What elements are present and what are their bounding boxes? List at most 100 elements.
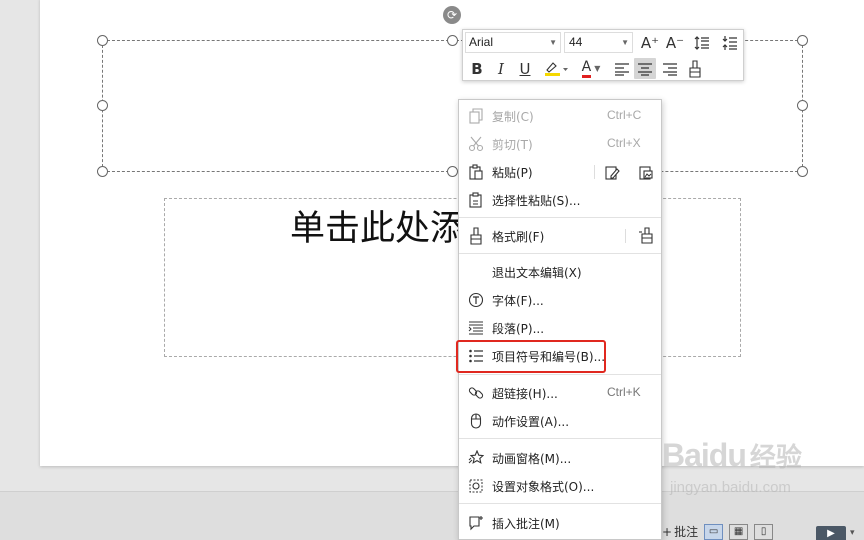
menu-item-cut[interactable]: 剪切(T) Ctrl+X xyxy=(459,130,661,158)
bold-button[interactable]: B xyxy=(466,58,488,79)
line-spacing-button[interactable] xyxy=(691,32,713,53)
resize-handle-middle-right[interactable] xyxy=(797,100,808,111)
chevron-down-icon[interactable]: ▾ xyxy=(850,528,855,538)
status-view-tools: + 批注 ▭ ▦ ▯ xyxy=(662,523,774,540)
menu-label: 退出文本编辑(X) xyxy=(492,266,582,280)
font-circle-icon xyxy=(467,291,485,309)
paste-special-icon xyxy=(467,191,485,209)
align-right-button[interactable] xyxy=(659,58,681,79)
slideshow-button[interactable]: ▶ xyxy=(816,526,846,540)
menu-item-format-object[interactable]: 设置对象格式(O)... xyxy=(459,472,661,500)
resize-handle-top-right[interactable] xyxy=(797,35,808,46)
font-color-button[interactable]: A ▼ xyxy=(576,58,606,79)
menu-item-paste[interactable]: 粘贴(P) xyxy=(459,158,661,186)
rotate-handle-icon[interactable]: ⟳ xyxy=(443,6,461,24)
context-menu: 复制(C) Ctrl+C 剪切(T) Ctrl+X 粘贴(P) 选择性粘贴(S)… xyxy=(458,99,662,540)
menu-item-action-settings[interactable]: 动作设置(A)... xyxy=(459,407,661,435)
copy-icon xyxy=(467,107,485,125)
bold-icon: B xyxy=(471,59,483,78)
play-icon: ▶ xyxy=(827,528,835,539)
align-center-icon xyxy=(638,62,652,76)
slide-sorter-button[interactable]: ▦ xyxy=(729,523,749,540)
format-painter-lock-icon[interactable] xyxy=(637,227,655,245)
link-icon xyxy=(467,384,485,402)
shrink-font-button[interactable]: A⁻ xyxy=(664,32,686,53)
font-size-select[interactable]: 44 ▼ xyxy=(564,32,633,53)
align-left-button[interactable] xyxy=(611,58,633,79)
menu-separator xyxy=(459,253,661,254)
underline-button[interactable]: U xyxy=(514,58,536,79)
menu-label: 字体(F)... xyxy=(492,294,544,308)
resize-handle-bottom-right[interactable] xyxy=(797,166,808,177)
mini-format-toolbar: Arial ▼ 44 ▼ A⁺ A⁻ B I U A ▼ xyxy=(462,29,744,81)
chevron-down-icon: ▼ xyxy=(621,38,629,47)
chevron-down-icon: ▼ xyxy=(594,64,601,73)
watermark-url: jingyan.baidu.com xyxy=(670,479,791,496)
menu-label: 动画窗格(M)... xyxy=(492,452,572,466)
reading-view-button[interactable]: ▯ xyxy=(754,523,774,540)
comment-toggle[interactable]: + 批注 xyxy=(662,523,698,540)
font-color-icon: A xyxy=(581,59,592,78)
paragraph-icon xyxy=(467,319,485,337)
resize-handle-top-left[interactable] xyxy=(97,35,108,46)
grid-icon: ▦ xyxy=(733,526,744,537)
align-right-icon xyxy=(663,62,677,76)
menu-label: 段落(P)... xyxy=(492,322,545,336)
resize-handle-top-center[interactable] xyxy=(447,35,458,46)
paragraph-spacing-button[interactable] xyxy=(719,32,741,53)
subtitle-placeholder-text[interactable]: 单击此处添 xyxy=(290,200,465,251)
align-center-button[interactable] xyxy=(634,58,656,79)
font-name-value: Arial xyxy=(469,35,494,49)
menu-shortcut: Ctrl+K xyxy=(607,385,641,399)
resize-handle-middle-left[interactable] xyxy=(97,100,108,111)
normal-view-button[interactable]: ▭ xyxy=(704,523,724,540)
italic-button[interactable]: I xyxy=(490,58,512,79)
font-name-select[interactable]: Arial ▼ xyxy=(465,32,561,53)
menu-label: 超链接(H)... xyxy=(492,387,558,401)
menu-item-hyperlink[interactable]: 超链接(H)... Ctrl+K xyxy=(459,379,661,407)
menu-vertical-divider xyxy=(625,229,626,243)
paste-icon xyxy=(467,163,485,181)
menu-item-insert-comment[interactable]: 插入批注(M) xyxy=(459,509,661,537)
comment-label: 批注 xyxy=(674,525,699,539)
menu-vertical-divider xyxy=(594,165,595,179)
underline-icon: U xyxy=(519,59,531,78)
font-size-value: 44 xyxy=(569,35,583,49)
menu-label: 格式刷(F) xyxy=(492,230,545,244)
menu-shortcut: Ctrl+X xyxy=(607,136,641,150)
watermark-brand: Baidu xyxy=(662,437,747,473)
shrink-font-icon: A⁻ xyxy=(665,33,685,52)
menu-item-format-painter[interactable]: 格式刷(F) xyxy=(459,222,661,250)
grow-font-button[interactable]: A⁺ xyxy=(639,32,661,53)
menu-label: 动作设置(A)... xyxy=(492,415,570,429)
menu-item-animation-pane[interactable]: 动画窗格(M)... xyxy=(459,444,661,472)
plus-icon: + xyxy=(662,524,673,539)
chevron-down-icon: ▼ xyxy=(549,38,557,47)
format-painter-icon xyxy=(689,59,701,78)
resize-handle-bottom-center[interactable] xyxy=(447,166,458,177)
highlighter-icon xyxy=(545,61,568,76)
menu-item-font[interactable]: 字体(F)... xyxy=(459,286,661,314)
menu-separator xyxy=(459,438,661,439)
highlight-annotation-box xyxy=(456,340,606,373)
paragraph-spacing-icon xyxy=(722,35,737,50)
menu-label: 粘贴(P) xyxy=(492,166,533,180)
mouse-icon xyxy=(467,412,485,430)
format-painter-button[interactable] xyxy=(684,58,706,79)
menu-label: 插入批注(M) xyxy=(492,517,560,531)
menu-separator xyxy=(459,503,661,504)
highlight-color-button[interactable] xyxy=(541,58,571,79)
paste-as-picture-icon[interactable] xyxy=(637,163,655,181)
menu-separator xyxy=(459,217,661,218)
menu-item-exit-text-edit[interactable]: 退出文本编辑(X) xyxy=(459,258,661,286)
star-icon xyxy=(467,449,485,467)
menu-item-paste-special[interactable]: 选择性粘贴(S)... xyxy=(459,186,661,214)
menu-item-paragraph[interactable]: 段落(P)... xyxy=(459,314,661,342)
grow-font-icon: A⁺ xyxy=(640,33,660,52)
menu-item-copy[interactable]: 复制(C) Ctrl+C xyxy=(459,102,661,130)
menu-shortcut: Ctrl+C xyxy=(607,108,642,122)
menu-label: 选择性粘贴(S)... xyxy=(492,194,581,208)
paste-keep-format-icon[interactable] xyxy=(603,163,621,181)
resize-handle-bottom-left[interactable] xyxy=(97,166,108,177)
align-left-icon xyxy=(615,62,629,76)
